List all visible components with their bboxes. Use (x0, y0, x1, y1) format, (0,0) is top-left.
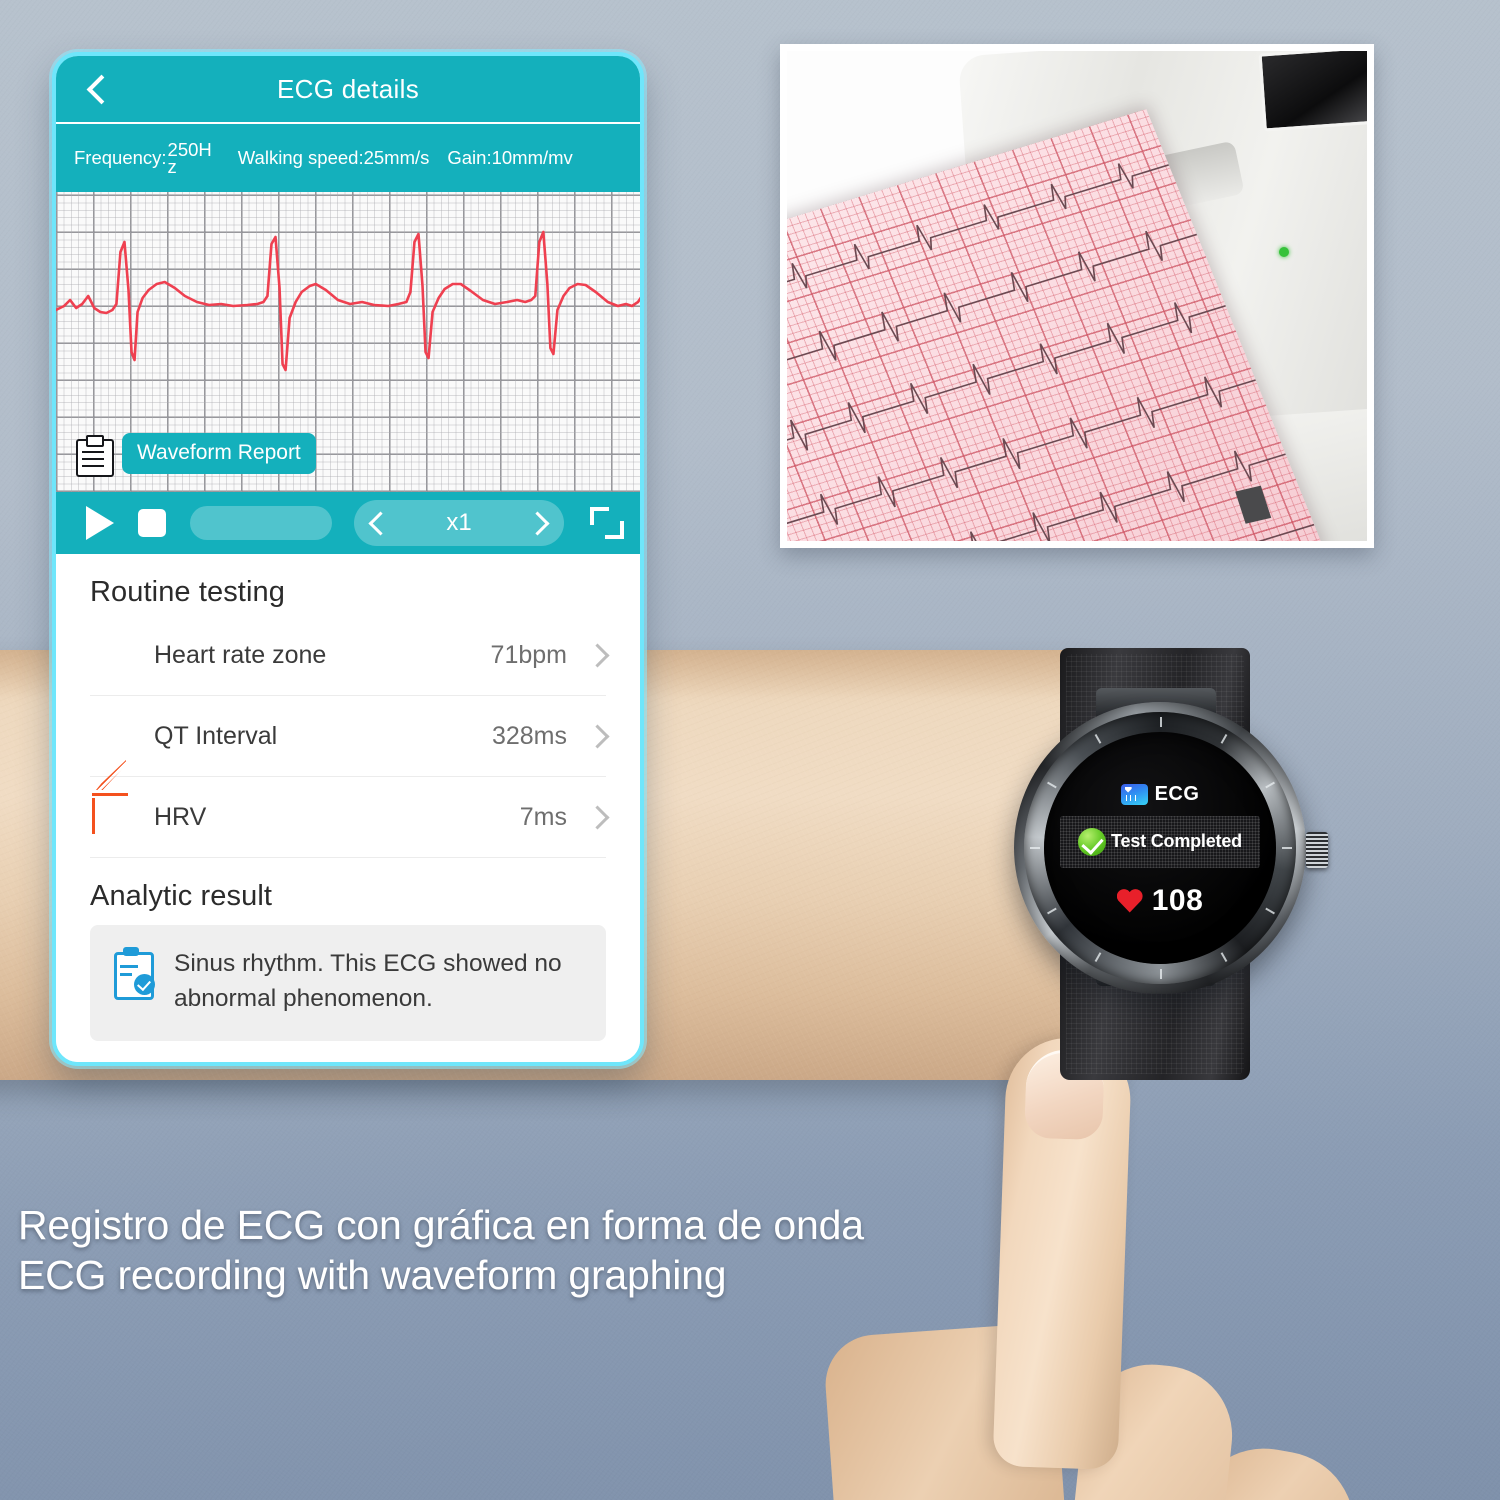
waveform-report-button[interactable]: Waveform Report (122, 433, 316, 474)
app-title-bar: ECG details (56, 56, 640, 124)
watch-heart-rate-value: 108 (1151, 883, 1204, 917)
clipboard-icon (76, 434, 114, 477)
smartwatch[interactable]: ECG Test Completed 108 (1000, 640, 1328, 1080)
play-icon[interactable] (86, 506, 114, 540)
frequency-value: 250H z (167, 140, 212, 177)
speed-value: x1 (446, 509, 472, 536)
watch-crown-button[interactable] (1306, 832, 1328, 868)
details-content: Routine testing Heart rate zone 71bpm QT… (56, 554, 640, 1062)
clock-icon (90, 715, 132, 757)
playback-control-bar: x1 (56, 492, 640, 554)
speed-selector[interactable]: x1 (354, 500, 564, 546)
ecg-card-icon (1120, 783, 1148, 805)
screenshot-stage: ECG Test Completed 108 ECG details Frequ… (0, 0, 1500, 1500)
row-value: 328ms (491, 721, 567, 750)
routine-testing-heading: Routine testing (90, 576, 285, 608)
green-check-icon (1078, 827, 1107, 856)
ecg-machine-photo (780, 44, 1374, 548)
row-value: 7ms (519, 802, 567, 831)
heart-icon (1117, 889, 1143, 913)
photo-content (787, 51, 1367, 541)
chevron-left-icon[interactable] (82, 74, 112, 104)
watch-status-banner: Test Completed (1060, 815, 1260, 868)
chevron-left-icon[interactable] (368, 510, 393, 536)
row-label: HRV (154, 802, 207, 831)
hand-photo (822, 1030, 1500, 1500)
machine-display (1258, 51, 1367, 132)
frequency-meta: Frequency: 250H z (74, 140, 212, 177)
chevron-right-icon[interactable] (585, 642, 610, 668)
fullscreen-icon[interactable] (590, 507, 624, 539)
hrv-chart-icon (90, 760, 132, 838)
heart-pulse-icon (90, 634, 132, 676)
caption-spanish: Registro de ECG con gráfica en forma de … (18, 1202, 864, 1248)
analytic-result-heading: Analytic result (90, 880, 273, 912)
table-row[interactable]: HRV 7ms (90, 760, 610, 858)
table-row[interactable]: Heart rate zone 71bpm (90, 615, 610, 696)
frequency-value-line2: z (167, 156, 177, 177)
waveform-report-control[interactable]: Waveform Report (76, 433, 316, 477)
stop-icon[interactable] (138, 509, 166, 537)
phone-app-panel: ECG details Frequency: 250H z Walking sp… (52, 52, 644, 1066)
ecg-meta-bar: Frequency: 250H z Walking speed:25mm/s G… (56, 124, 640, 192)
watch-app-header: ECG (1120, 782, 1200, 806)
watch-status-text: Test Completed (1111, 831, 1242, 851)
watch-heart-rate: 108 (1117, 884, 1204, 918)
caption-block: Registro de ECG con gráfica en forma de … (18, 1200, 1018, 1300)
row-value: 71bpm (490, 640, 567, 669)
table-row[interactable]: QT Interval 328ms (90, 696, 610, 777)
walking-speed-meta: Walking speed:25mm/s (237, 147, 430, 168)
row-label: Heart rate zone (154, 640, 327, 669)
machine-status-led (1279, 247, 1289, 257)
chevron-right-icon[interactable] (585, 723, 610, 749)
gain-meta: Gain:10mm/mv (447, 147, 573, 168)
analytic-result-text: Sinus rhythm. This ECG showed no abnorma… (174, 950, 562, 1012)
chevron-right-icon[interactable] (585, 804, 610, 830)
row-label: QT Interval (154, 721, 278, 750)
ecg-waveform-graph[interactable]: Waveform Report (56, 192, 640, 492)
chevron-right-icon[interactable] (525, 510, 550, 536)
analytic-result-card: Sinus rhythm. This ECG showed no abnorma… (90, 925, 606, 1041)
watch-case: ECG Test Completed 108 (1014, 702, 1306, 994)
watch-app-label: ECG (1154, 782, 1200, 805)
progress-slider[interactable] (190, 506, 332, 540)
frequency-label: Frequency: (74, 147, 167, 168)
clipboard-check-icon (112, 947, 155, 1000)
watch-screen[interactable]: ECG Test Completed 108 (1044, 732, 1276, 964)
page-title: ECG details (276, 73, 420, 104)
caption-english: ECG recording with waveform graphing (18, 1252, 727, 1299)
